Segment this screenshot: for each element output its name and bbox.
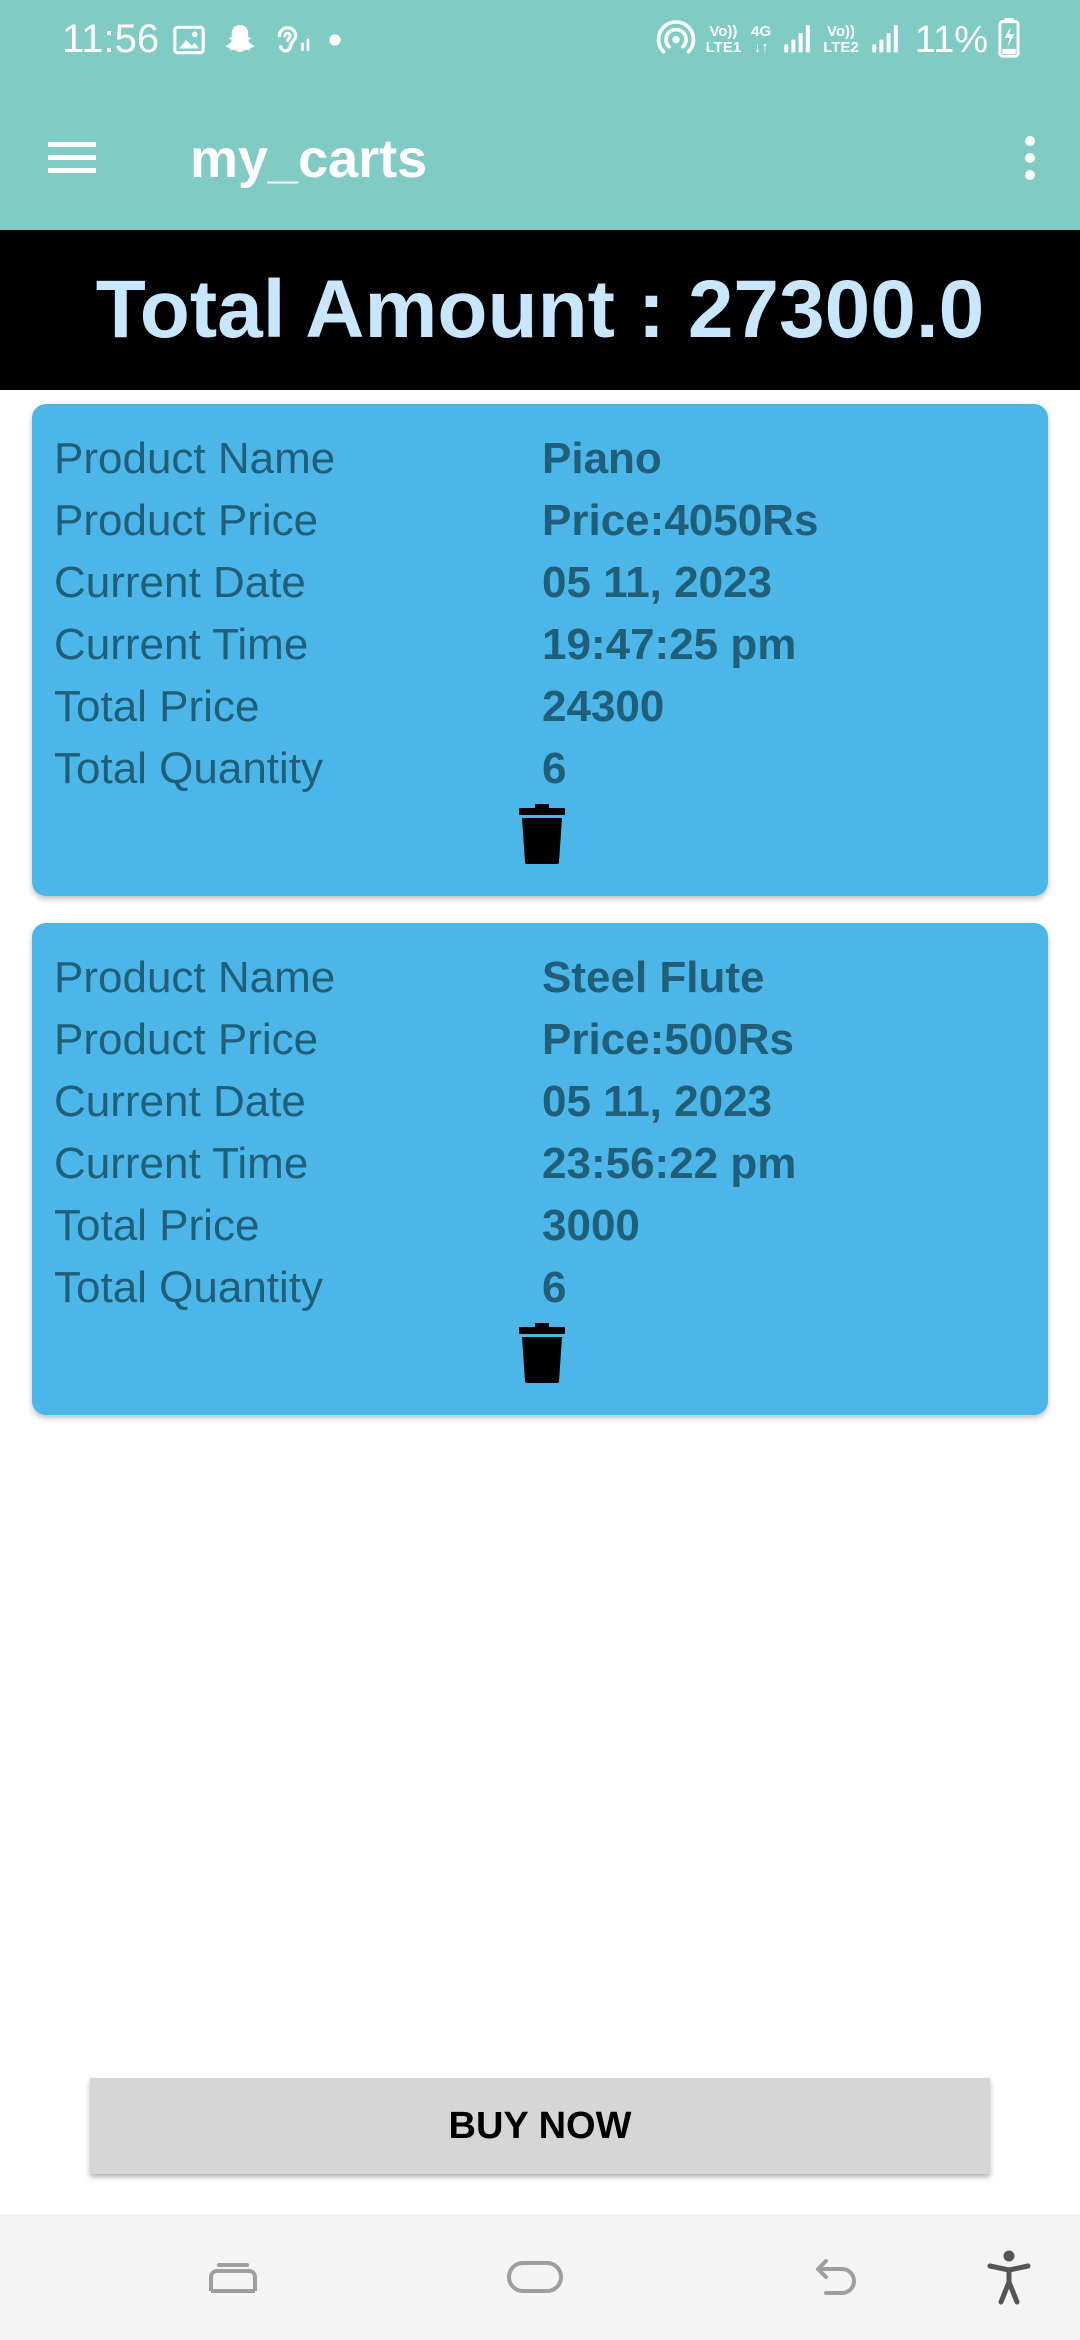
menu-icon — [48, 142, 96, 173]
product-price-value: Price:4050Rs — [542, 496, 819, 545]
current-time-label: Current Time — [54, 1139, 309, 1188]
total-quantity-label: Total Quantity — [54, 744, 324, 793]
hotspot-icon — [656, 18, 696, 63]
image-icon — [172, 23, 206, 62]
status-right-icons: Vo)) LTE1 4G ↓↑ Vo)) LTE2 11% — [656, 16, 1020, 64]
buy-now-button[interactable]: BUY NOW — [90, 2078, 990, 2174]
delete-item-button[interactable] — [512, 1321, 572, 1385]
cart-row-total-price: Total Price 3000 — [54, 1195, 1034, 1257]
signal-icon — [781, 22, 813, 59]
network-lte1-bottom: LTE1 — [705, 39, 742, 56]
status-bar: 11:56 Vo)) LTE1 4G ↓↑ Vo)) LTE2 11% — [0, 0, 1080, 80]
home-button[interactable] — [500, 2247, 570, 2307]
product-name-label: Product Name — [54, 434, 336, 483]
current-date-value: 05 11, 2023 — [542, 1077, 773, 1126]
total-quantity-value: 6 — [542, 744, 567, 793]
more-options-button[interactable] — [1000, 122, 1060, 194]
current-date-value: 05 11, 2023 — [542, 558, 773, 607]
menu-button[interactable] — [36, 122, 108, 194]
notification-icons — [172, 20, 342, 64]
cart-row-price: Product Price Price:500Rs — [54, 1009, 1034, 1071]
network-lte1-top: Vo)) — [709, 23, 738, 40]
total-price-value: 3000 — [542, 1201, 640, 1250]
cart-row-quantity: Total Quantity 6 — [54, 738, 1034, 800]
trash-icon — [519, 804, 565, 864]
status-time: 11:56 — [62, 17, 160, 61]
product-price-label: Product Price — [54, 496, 319, 545]
app-bar: my_carts — [0, 80, 1080, 230]
network-4g: 4G ↓↑ — [751, 24, 771, 56]
cart-row-date: Current Date 05 11, 2023 — [54, 1071, 1034, 1133]
current-time-value: 23:56:22 pm — [542, 1139, 797, 1188]
cart-row-quantity: Total Quantity 6 — [54, 1257, 1034, 1319]
product-name-value: Piano — [542, 434, 662, 483]
total-amount-banner: Total Amount : 27300.0 — [0, 230, 1080, 390]
system-nav-bar — [0, 2214, 1080, 2340]
accessibility-icon — [987, 2250, 1031, 2305]
total-price-value: 24300 — [542, 682, 665, 731]
recents-button[interactable] — [198, 2247, 268, 2307]
app-title: my_carts — [190, 129, 428, 189]
home-icon — [507, 2261, 563, 2293]
total-quantity-value: 6 — [542, 1263, 567, 1312]
signal-icon — [869, 22, 901, 59]
network-lte2-bottom: LTE2 — [823, 39, 859, 56]
current-date-label: Current Date — [54, 1077, 306, 1126]
total-quantity-label: Total Quantity — [54, 1263, 324, 1312]
network-lte2: Vo)) LTE2 — [823, 24, 859, 56]
network-lte2-top: Vo)) — [826, 23, 855, 40]
network-lte1: Vo)) LTE1 — [706, 24, 742, 56]
trash-icon — [519, 1323, 565, 1383]
total-amount: Total Amount : 27300.0 — [95, 264, 985, 355]
cart-row-price: Product Price Price:4050Rs — [54, 490, 1034, 552]
product-name-label: Product Name — [54, 953, 336, 1002]
more-vert-icon — [1025, 136, 1035, 180]
cart-row-time: Current Time 19:47:25 pm — [54, 614, 1034, 676]
battery-level: 11% — [914, 18, 988, 61]
cart-item-card: Product Name Piano Product Price Price:4… — [32, 404, 1048, 896]
cart-row-total-price: Total Price 24300 — [54, 676, 1034, 738]
delete-item-button[interactable] — [512, 802, 572, 866]
product-price-label: Product Price — [54, 1015, 319, 1064]
network-4g-arrows: ↓↑ — [753, 39, 769, 56]
accessibility-button[interactable] — [974, 2247, 1044, 2307]
back-button[interactable] — [802, 2247, 872, 2307]
network-4g-top: 4G — [751, 23, 772, 40]
current-time-value: 19:47:25 pm — [542, 620, 797, 669]
back-icon — [816, 2259, 856, 2295]
product-price-value: Price:500Rs — [542, 1015, 794, 1064]
cart-row-name: Product Name Piano — [54, 428, 1034, 490]
product-name-value: Steel Flute — [542, 953, 765, 1002]
recents-icon — [209, 2263, 257, 2293]
current-date-label: Current Date — [54, 558, 306, 607]
cart-row-time: Current Time 23:56:22 pm — [54, 1133, 1034, 1195]
current-time-label: Current Time — [54, 620, 309, 669]
snapchat-icon — [222, 22, 258, 63]
cart-row-date: Current Date 05 11, 2023 — [54, 552, 1034, 614]
total-price-label: Total Price — [54, 682, 260, 731]
cart-row-name: Product Name Steel Flute — [54, 947, 1034, 1009]
total-price-label: Total Price — [54, 1201, 260, 1250]
battery-charging-icon — [998, 17, 1020, 63]
cart-item-card: Product Name Steel Flute Product Price P… — [32, 923, 1048, 1415]
dot-icon — [328, 33, 342, 52]
hearing-icon — [274, 22, 312, 63]
